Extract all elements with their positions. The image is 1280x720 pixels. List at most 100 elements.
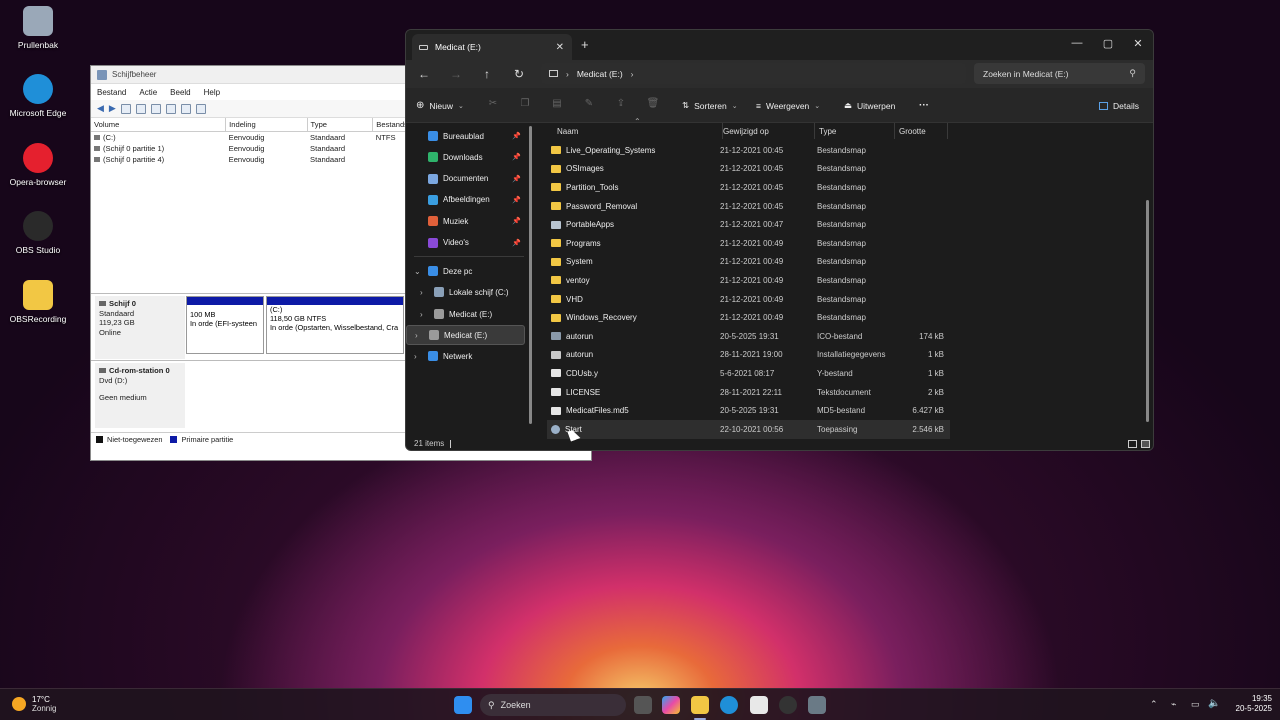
navigation-scrollbar[interactable] — [529, 126, 532, 424]
view-button[interactable]: ≡ Weergeven ⌄ — [756, 96, 820, 115]
share-icon[interactable]: ⇪ — [614, 98, 628, 112]
column-name[interactable]: Naam ⌃ — [553, 117, 723, 139]
chevron-down-icon[interactable]: ⌄ — [414, 267, 421, 276]
disk-icon[interactable] — [195, 103, 206, 114]
details-button[interactable]: Details — [1099, 96, 1139, 115]
file-row[interactable]: Password_Removal 21-12-2021 00:45 Bestands… — [547, 197, 950, 216]
breadcrumb[interactable]: Medicat (E:) — [577, 69, 623, 79]
volume-column-header[interactable]: Volume — [91, 118, 227, 132]
back-icon[interactable]: ← — [414, 65, 434, 83]
column-size[interactable]: Grootte — [895, 123, 948, 139]
network-icon[interactable]: ⌁ — [1171, 699, 1176, 710]
delete-icon[interactable]: 🗑 — [646, 98, 660, 112]
file-row[interactable]: Windows_Recovery 21-12-2021 00:49 Bestands… — [547, 308, 950, 327]
pin-icon[interactable]: 📌 — [512, 175, 521, 183]
menu-item-bestand[interactable]: Bestand — [97, 88, 126, 97]
back-icon[interactable]: ◀ — [97, 103, 104, 114]
details-view-icon[interactable] — [1128, 439, 1137, 448]
up-icon[interactable]: ↑ — [477, 65, 497, 83]
close-tab-icon[interactable]: ✕ — [556, 42, 564, 53]
pin-icon[interactable]: 📌 — [512, 239, 521, 247]
desktop-icon-obs-recording[interactable]: OBSRecording — [0, 280, 76, 324]
chevron-up-icon[interactable]: ⌃ — [1150, 699, 1158, 710]
obs-icon[interactable] — [779, 696, 797, 714]
column-modified[interactable]: Gewijzigd op — [719, 123, 815, 139]
menu-item-help[interactable]: Help — [204, 88, 220, 97]
task-view-icon[interactable] — [634, 696, 652, 714]
close-button[interactable]: ✕ — [1123, 32, 1153, 54]
search-input[interactable]: Zoeken in Medicat (E:) ⚲ — [974, 63, 1145, 84]
start-icon[interactable] — [454, 696, 472, 714]
partition-c[interactable]: (C:) 118,50 GB NTFS In orde (Opstarten, … — [266, 296, 404, 354]
nav-item-music[interactable]: Muziek 📌 — [406, 211, 525, 231]
maximize-button[interactable]: ▢ — [1093, 32, 1123, 54]
edge-icon[interactable] — [720, 696, 738, 714]
file-row[interactable]: LICENSE 28-11-2021 22:11 Tekstdocument 2 kB — [547, 383, 950, 402]
nav-item-documents[interactable]: Documenten 📌 — [406, 169, 525, 189]
chevron-right-icon[interactable]: › — [415, 331, 418, 340]
file-row[interactable]: Partition_Tools 21-12-2021 00:45 Bestandsm… — [547, 178, 950, 197]
nav-item-videos[interactable]: Video's 📌 — [406, 233, 525, 253]
new-button[interactable]: ⊕ Nieuw ⌄ — [416, 96, 464, 115]
check-icon[interactable] — [180, 103, 191, 114]
properties-icon[interactable] — [165, 103, 176, 114]
file-row[interactable]: autorun 20-5-2025 19:31 ICO-bestand 174 kB — [547, 327, 950, 346]
copy-icon[interactable]: ❐ — [518, 98, 532, 112]
sort-button[interactable]: ⇅ Sorteren ⌄ — [682, 96, 738, 115]
volume-icon[interactable]: 🔈 — [1208, 698, 1220, 709]
file-row[interactable]: VHD 21-12-2021 00:49 Bestandsmap — [547, 290, 950, 309]
partition-efi[interactable]: 100 MB In orde (EFI-systeen — [186, 296, 264, 354]
clock[interactable]: 19:35 20-5-2025 — [1228, 694, 1272, 714]
menu-item-actie[interactable]: Actie — [139, 88, 157, 97]
paste-icon[interactable]: ▤ — [550, 98, 564, 112]
nav-item-drive-c[interactable]: › Lokale schijf (C:) — [406, 282, 525, 302]
store-icon[interactable] — [750, 696, 768, 714]
rename-icon[interactable]: ✎ — [582, 98, 596, 112]
help-icon[interactable] — [135, 103, 146, 114]
file-row[interactable]: Live_Operating_Systems 21-12-2021 00:45 Be… — [547, 141, 950, 160]
nav-item-this-pc[interactable]: ⌄ Deze pc — [406, 261, 525, 281]
forward-icon[interactable]: → — [446, 65, 466, 83]
file-row[interactable]: OSImages 21-12-2021 00:45 Bestandsmap — [547, 160, 950, 179]
volume-column-header[interactable]: Indeling — [225, 118, 308, 132]
pane-icon[interactable] — [120, 103, 131, 114]
monitor-icon[interactable]: ▭ — [1191, 699, 1200, 710]
list-icon[interactable] — [150, 103, 161, 114]
more-button[interactable]: ··· — [919, 96, 929, 115]
file-explorer-icon[interactable] — [691, 696, 709, 714]
weather-widget[interactable]: 17°C Zonnig — [12, 695, 56, 713]
file-row[interactable]: PortableApps 21-12-2021 00:47 Bestandsmap — [547, 215, 950, 234]
tab-medicat[interactable]: Medicat (E:) ✕ — [412, 34, 572, 60]
volume-column-header[interactable]: Type — [307, 118, 374, 132]
file-row[interactable]: Programs 21-12-2021 00:49 Bestandsmap — [547, 234, 950, 253]
chevron-right-icon[interactable]: › — [420, 288, 423, 297]
pin-icon[interactable]: 📌 — [512, 217, 521, 225]
minimize-button[interactable]: — — [1062, 32, 1092, 54]
taskbar-search[interactable]: ⚲ Zoeken — [480, 694, 626, 716]
pin-icon[interactable]: 📌 — [512, 132, 521, 140]
menu-item-beeld[interactable]: Beeld — [170, 88, 190, 97]
file-row[interactable]: ventoy 21-12-2021 00:49 Bestandsmap — [547, 271, 950, 290]
pin-icon[interactable]: 📌 — [512, 153, 521, 161]
desktop-icon-obs-studio[interactable]: OBS Studio — [0, 211, 76, 255]
nav-item-network[interactable]: › Netwerk — [406, 346, 525, 366]
eject-button[interactable]: ⏏ Uitwerpen — [844, 96, 895, 115]
nav-item-desktop[interactable]: Bureaublad 📌 — [406, 126, 525, 146]
chevron-right-icon[interactable]: › — [414, 352, 417, 361]
copilot-icon[interactable] — [662, 696, 680, 714]
desktop-icon-microsoft-edge[interactable]: Microsoft Edge — [0, 74, 76, 118]
disk-management-taskbar-icon[interactable] — [808, 696, 826, 714]
file-row[interactable]: CDUsb.y 5-6-2021 08:17 Y-bestand 1 kB — [547, 364, 950, 383]
nav-item-downloads[interactable]: Downloads 📌 — [406, 147, 525, 167]
address-bar[interactable]: › Medicat (E:) › — [541, 63, 966, 84]
forward-icon[interactable]: ▶ — [109, 103, 116, 114]
desktop-icon-opera-browser[interactable]: Opera-browser — [0, 143, 76, 187]
desktop-icon-recycle-bin[interactable]: Prullenbak — [0, 6, 76, 50]
column-type[interactable]: Type — [815, 123, 895, 139]
cut-icon[interactable]: ✂ — [486, 98, 500, 112]
file-row[interactable]: MedicatFiles.md5 20-5-2025 19:31 MD5-besta… — [547, 401, 950, 420]
nav-item-pictures[interactable]: Afbeeldingen 📌 — [406, 190, 525, 210]
chevron-right-icon[interactable]: › — [420, 310, 423, 319]
file-row[interactable]: autorun 28-11-2021 19:00 Installatiegegeve… — [547, 346, 950, 365]
tiles-view-icon[interactable] — [1141, 439, 1150, 448]
